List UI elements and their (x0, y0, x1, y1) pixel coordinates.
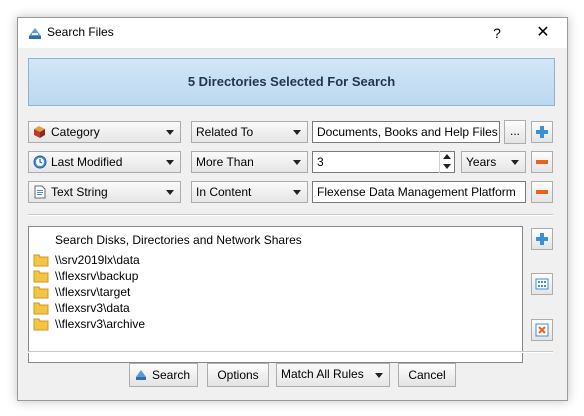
rule-3-value-field[interactable]: Flexense Data Management Platform (312, 181, 526, 203)
plus-icon (536, 233, 548, 245)
select-all-locations-button[interactable] (531, 273, 553, 295)
spin-down-icon[interactable] (443, 164, 451, 169)
list-item-path: \\flexsrv3\archive (55, 317, 146, 331)
rule-1-browse-button[interactable]: ... (504, 120, 526, 144)
clock-icon (33, 155, 47, 169)
title-bar: Search Files ? ✕ (18, 18, 567, 48)
search-icon (136, 370, 146, 380)
rule-1-value-field[interactable]: Documents, Books and Help Files (312, 121, 500, 143)
chevron-down-icon (293, 190, 301, 195)
chevron-down-icon (166, 160, 174, 165)
category-icon (34, 126, 45, 138)
text-file-icon (34, 185, 46, 199)
list-item[interactable]: \\flexsrv3\data (33, 300, 513, 316)
folder-icon (33, 270, 49, 283)
remove-location-button[interactable] (531, 319, 553, 341)
match-rules-label: Match All Rules (281, 367, 364, 381)
folder-icon (33, 254, 49, 267)
remove-rule-3-button[interactable] (531, 181, 553, 203)
remove-rule-2-button[interactable] (531, 151, 553, 173)
rule-2-field-label: Last Modified (51, 155, 123, 169)
rule-1-value-text: Documents, Books and Help Files (317, 125, 498, 139)
rule-2-value-text: 3 (317, 155, 324, 169)
rule-1-operator-label: Related To (196, 125, 254, 139)
chevron-down-icon (375, 373, 383, 378)
rule-2-unit-select[interactable]: Years (461, 151, 526, 173)
add-rule-button[interactable] (531, 121, 553, 143)
rule-3-value-text: Flexense Data Management Platform (317, 185, 516, 199)
separator (28, 351, 553, 353)
rule-2-operator-select[interactable]: More Than (191, 151, 308, 173)
window-title: Search Files (47, 25, 114, 39)
locations-header: Search Disks, Directories and Network Sh… (55, 233, 302, 247)
rule-1-field-label: Category (51, 125, 100, 139)
list-item[interactable]: \\flexsrv\target (33, 284, 513, 300)
locations-list[interactable]: Search Disks, Directories and Network Sh… (28, 226, 523, 363)
spin-buttons[interactable] (439, 151, 454, 173)
list-item-path: \\flexsrv3\data (55, 301, 130, 315)
chevron-down-icon (166, 130, 174, 135)
rule-3-operator-select[interactable]: In Content (191, 181, 308, 203)
chevron-down-icon (293, 160, 301, 165)
rule-1-operator-select[interactable]: Related To (191, 121, 308, 143)
separator (28, 214, 553, 216)
list-item[interactable]: \\srv2019lx\data (33, 252, 513, 268)
list-item-path: \\flexsrv\backup (55, 269, 139, 283)
search-button-label: Search (152, 368, 191, 382)
chevron-down-icon (511, 160, 519, 165)
list-item[interactable]: \\flexsrv3\archive (33, 316, 513, 332)
minus-icon (536, 160, 548, 164)
chevron-down-icon (293, 130, 301, 135)
list-item[interactable]: \\flexsrv\backup (33, 268, 513, 284)
match-rules-select[interactable]: Match All Rules (276, 363, 390, 387)
grid-icon (535, 278, 549, 290)
folder-icon (33, 302, 49, 315)
selection-banner: 5 Directories Selected For Search (28, 58, 555, 106)
rule-2-unit-label: Years (466, 155, 497, 169)
plus-icon (536, 126, 548, 138)
rule-2-value-stepper[interactable]: 3 (312, 151, 455, 173)
rule-3-field-select[interactable]: Text String (28, 181, 181, 203)
options-button[interactable]: Options (207, 363, 269, 387)
chevron-down-icon (166, 190, 174, 195)
rule-3-field-label: Text String (51, 185, 108, 199)
spin-up-icon[interactable] (443, 154, 451, 159)
list-item-path: \\flexsrv\target (55, 285, 131, 299)
cancel-button[interactable]: Cancel (398, 363, 456, 387)
minus-icon (536, 190, 548, 194)
folder-icon (33, 318, 49, 331)
rule-2-field-select[interactable]: Last Modified (28, 151, 181, 173)
rule-2-operator-label: More Than (196, 155, 254, 169)
folder-icon (33, 286, 49, 299)
add-location-button[interactable] (531, 228, 553, 250)
app-icon (29, 28, 41, 39)
rule-3-operator-label: In Content (196, 185, 252, 199)
help-button[interactable]: ? (484, 21, 510, 45)
search-files-dialog: Search Files ? ✕ 5 Directories Selected … (17, 17, 568, 401)
list-item-path: \\srv2019lx\data (55, 253, 140, 267)
search-button[interactable]: Search (129, 363, 198, 387)
delete-icon (535, 323, 549, 337)
rule-1-field-select[interactable]: Category (28, 121, 181, 143)
close-button[interactable]: ✕ (528, 21, 558, 45)
